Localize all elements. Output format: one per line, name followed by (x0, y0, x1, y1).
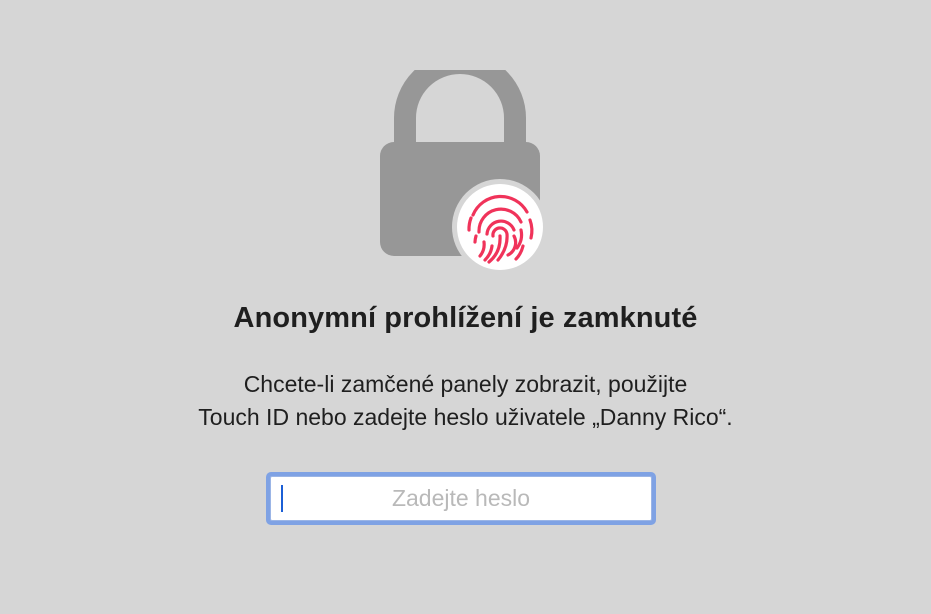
private-browsing-lock-screen: Anonymní prohlížení je zamknuté Chcete-l… (0, 0, 931, 614)
password-field-focus-ring (266, 472, 656, 525)
unlock-instructions: Chcete-li zamčené panely zobrazit, použi… (0, 368, 931, 434)
instructions-line-2: Touch ID nebo zadejte heslo uživatele „D… (198, 404, 733, 430)
lock-title: Anonymní prohlížení je zamknuté (233, 302, 698, 334)
instructions-line-1: Chcete-li zamčené panely zobrazit, použi… (243, 371, 688, 397)
password-input[interactable] (270, 476, 652, 521)
text-caret (281, 485, 283, 512)
lock-illustration (375, 70, 555, 280)
padlock-icon (380, 70, 548, 275)
touch-id-fingerprint-icon[interactable] (457, 184, 543, 270)
